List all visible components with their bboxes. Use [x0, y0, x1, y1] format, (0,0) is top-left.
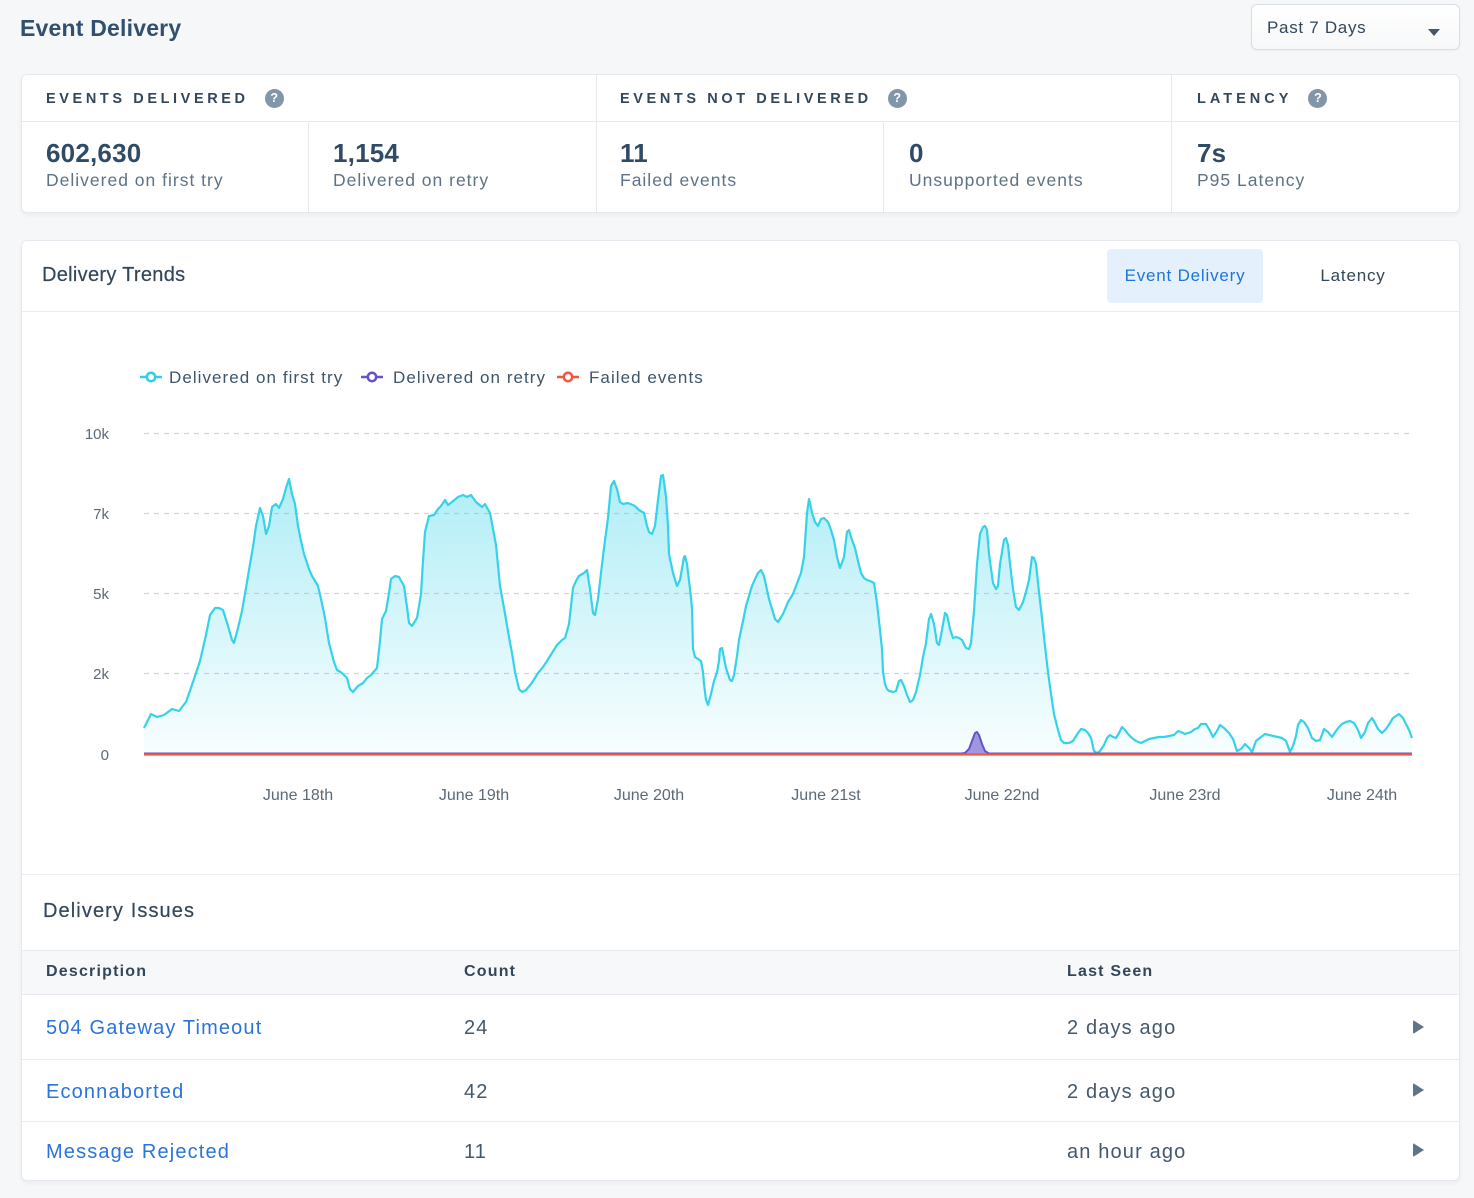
svg-text:10k: 10k — [85, 426, 110, 443]
svg-text:7k: 7k — [93, 506, 109, 523]
svg-text:June 19th: June 19th — [439, 787, 509, 804]
svg-text:June 20th: June 20th — [614, 787, 684, 804]
svg-text:2k: 2k — [93, 666, 109, 683]
svg-text:June 21st: June 21st — [791, 787, 861, 804]
svg-text:Delivered on retry: Delivered on retry — [393, 368, 546, 387]
svg-text:0: 0 — [101, 747, 109, 764]
svg-text:Failed events: Failed events — [589, 368, 704, 387]
svg-text:June 23rd: June 23rd — [1149, 787, 1220, 804]
svg-text:5k: 5k — [93, 586, 109, 603]
svg-text:June 22nd: June 22nd — [965, 787, 1040, 804]
svg-text:Delivered on first try: Delivered on first try — [169, 368, 343, 387]
svg-text:June 24th: June 24th — [1327, 787, 1397, 804]
svg-text:June 18th: June 18th — [263, 787, 333, 804]
